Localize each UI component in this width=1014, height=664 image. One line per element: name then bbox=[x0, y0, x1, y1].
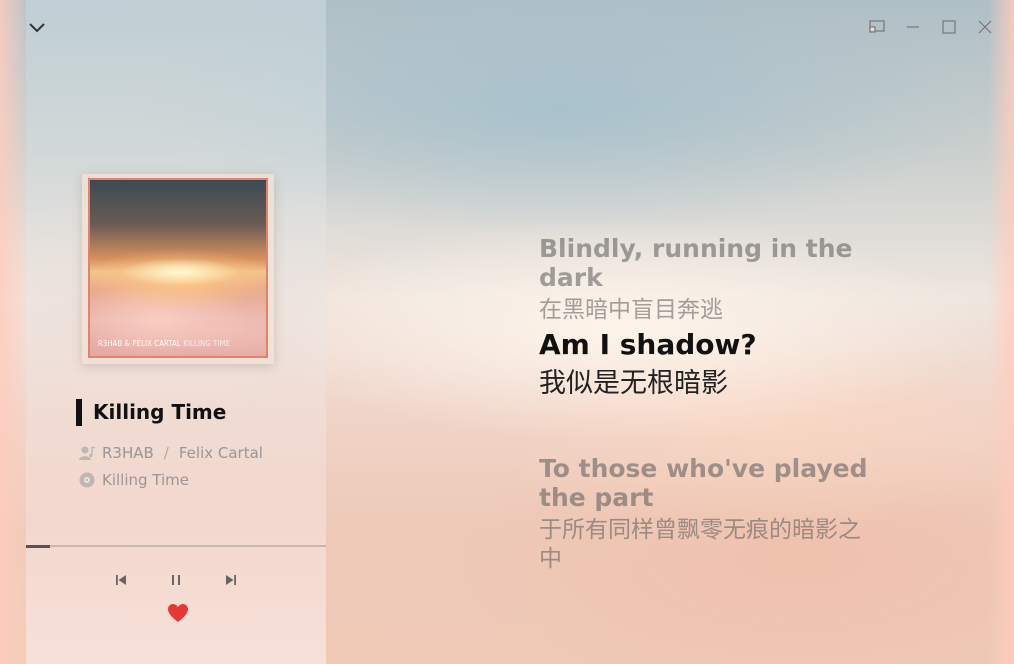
chevron-down-icon bbox=[29, 23, 45, 33]
cast-button[interactable] bbox=[866, 18, 888, 36]
cover-artist-text: R3HAB & FELIX CARTAL bbox=[98, 339, 181, 348]
lyric-original: To those who've played the part bbox=[539, 454, 868, 512]
artist-link-1[interactable]: R3HAB bbox=[102, 444, 154, 462]
maximize-icon bbox=[942, 20, 956, 34]
next-button[interactable] bbox=[219, 568, 243, 592]
background-edge-right bbox=[988, 0, 1014, 664]
lyric-translation: 在黑暗中盲目奔逃 bbox=[539, 297, 723, 323]
artist-link-2[interactable]: Felix Cartal bbox=[179, 444, 263, 462]
minimize-icon bbox=[907, 26, 919, 28]
pause-icon bbox=[172, 575, 180, 585]
album-disc-icon bbox=[79, 472, 95, 488]
window-controls bbox=[866, 18, 996, 36]
playback-controls bbox=[26, 568, 326, 592]
artist-separator: / bbox=[163, 444, 169, 462]
close-icon bbox=[978, 20, 992, 34]
skip-previous-icon bbox=[116, 575, 126, 585]
lyric-original: Am I shadow? bbox=[539, 328, 757, 361]
pause-button[interactable] bbox=[164, 568, 188, 592]
previous-button[interactable] bbox=[109, 568, 133, 592]
maximize-button[interactable] bbox=[938, 18, 960, 36]
album-cover-frame: R3HAB & FELIX CARTAL KILLING TIME bbox=[82, 174, 274, 364]
album-cover-text: R3HAB & FELIX CARTAL KILLING TIME bbox=[98, 339, 230, 348]
cast-icon bbox=[869, 20, 885, 33]
lyric-line[interactable]: Blindly, running in the dark 在黑暗中盲目奔逃 bbox=[539, 234, 899, 325]
progress-bar[interactable] bbox=[26, 545, 326, 548]
collapse-button[interactable] bbox=[26, 18, 48, 36]
heart-icon bbox=[168, 604, 188, 622]
artist-icon bbox=[79, 446, 96, 460]
cover-title-text: KILLING TIME bbox=[183, 339, 231, 348]
artist-row: R3HAB / Felix Cartal bbox=[78, 444, 263, 462]
lyric-original: Blindly, running in the dark bbox=[539, 234, 853, 292]
song-title: Killing Time bbox=[93, 400, 227, 424]
progress-fill bbox=[26, 545, 50, 548]
background-edge-left bbox=[0, 0, 26, 664]
album-row: Killing Time bbox=[78, 471, 189, 489]
album-link[interactable]: Killing Time bbox=[102, 471, 189, 489]
like-button[interactable] bbox=[166, 602, 190, 624]
album-cover[interactable]: R3HAB & FELIX CARTAL KILLING TIME bbox=[88, 178, 268, 358]
minimize-button[interactable] bbox=[902, 18, 924, 36]
close-button[interactable] bbox=[974, 18, 996, 36]
lyric-line-active[interactable]: Am I shadow? 我似是无根暗影 bbox=[539, 329, 757, 400]
skip-next-icon bbox=[226, 575, 236, 585]
lyric-line[interactable]: To those who've played the part 于所有同样曾飘零… bbox=[539, 454, 879, 574]
lyric-translation: 于所有同样曾飘零无痕的暗影之中 bbox=[539, 517, 861, 572]
lyric-translation: 我似是无根暗影 bbox=[539, 368, 728, 399]
song-title-accent-bar bbox=[76, 399, 82, 426]
